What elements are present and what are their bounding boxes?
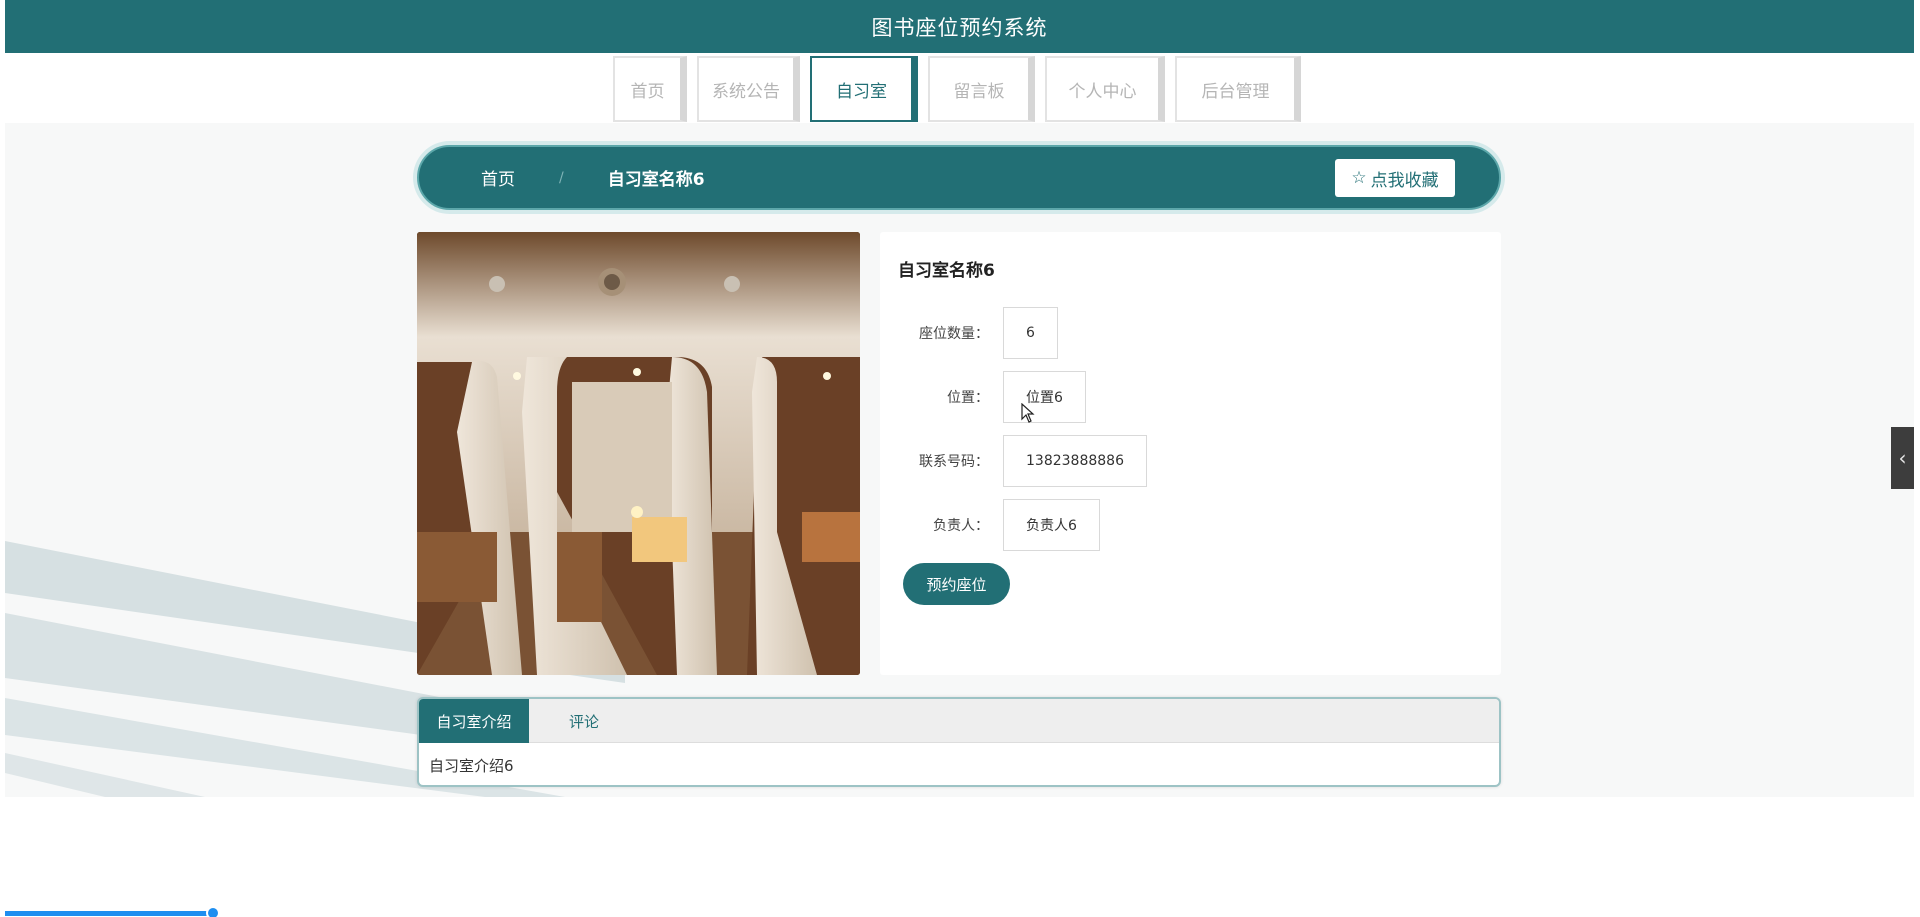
tab-bar: 自习室介绍 评论 (419, 699, 1499, 743)
manager-value: 负责人6 (1003, 499, 1100, 551)
nav-item-announcements[interactable]: 系统公告 (697, 56, 800, 122)
breadcrumb-separator: / (559, 169, 564, 186)
study-room-photo-illustration (417, 232, 860, 675)
side-panel-toggle[interactable]: ‹ (1891, 427, 1914, 489)
favorite-button-label: 点我收藏 (1370, 170, 1439, 191)
page-progress-handle[interactable] (206, 906, 220, 917)
star-outline-icon: ☆ (1351, 168, 1367, 188)
tab-room-intro[interactable]: 自习室介绍 (419, 699, 529, 743)
field-phone: 联系号码： 13823888886 (880, 435, 1147, 487)
page: 图书座位预约系统 首页 系统公告 自习室 留言板 个人中心 后台管理 首页 / … (0, 0, 1920, 917)
field-label: 负责人： (933, 518, 989, 534)
room-tabs-panel: 自习室介绍 评论 自习室介绍6 (417, 697, 1501, 787)
room-name: 自习室名称6 (898, 261, 995, 281)
nav-item-home[interactable]: 首页 (613, 56, 687, 122)
breadcrumb-current: 自习室名称6 (607, 170, 705, 190)
main-nav: 首页 系统公告 自习室 留言板 个人中心 后台管理 (5, 53, 1914, 123)
field-label: 座位数量： (919, 326, 989, 342)
field-location: 位置： 位置6 (880, 371, 1086, 423)
left-edge (0, 0, 5, 917)
field-label: 联系号码： (919, 454, 989, 470)
nav-item-message-board[interactable]: 留言板 (928, 56, 1035, 122)
right-edge (1914, 0, 1920, 917)
phone-value: 13823888886 (1003, 435, 1147, 487)
room-detail-card: 自习室名称6 座位数量： 6 位置： 位置6 联系号码： 13823888886… (880, 232, 1501, 675)
tab-comments[interactable]: 评论 (529, 699, 639, 743)
room-intro-content: 自习室介绍6 (429, 757, 514, 775)
breadcrumb: 首页 / 自习室名称6 ☆ 点我收藏 (417, 145, 1501, 210)
chevron-left-icon: ‹ (1898, 446, 1907, 470)
app-title: 图书座位预约系统 (871, 15, 1048, 40)
location-value: 位置6 (1003, 371, 1086, 423)
field-seat-count: 座位数量： 6 (880, 307, 1058, 359)
seat-count-value: 6 (1003, 307, 1058, 359)
reserve-seat-button[interactable]: 预约座位 (903, 563, 1010, 605)
page-progress-bar (0, 911, 215, 916)
field-manager: 负责人： 负责人6 (880, 499, 1100, 551)
breadcrumb-home-link[interactable]: 首页 (481, 165, 515, 190)
favorite-button[interactable]: ☆ 点我收藏 (1335, 159, 1455, 197)
app-header: 图书座位预约系统 (5, 0, 1914, 53)
nav-item-personal-center[interactable]: 个人中心 (1045, 56, 1165, 122)
mouse-cursor-icon (1021, 402, 1035, 427)
field-label: 位置： (947, 390, 989, 406)
nav-item-admin[interactable]: 后台管理 (1175, 56, 1301, 122)
study-room-photo (417, 232, 860, 675)
nav-item-study-room[interactable]: 自习室 (810, 56, 918, 122)
